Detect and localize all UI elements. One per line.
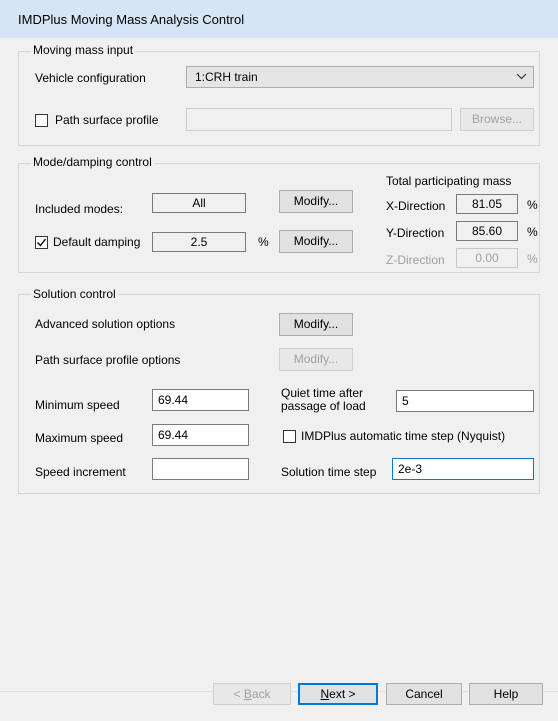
z-direction-unit: % xyxy=(527,252,538,266)
z-direction-label: Z-Direction xyxy=(386,253,445,267)
default-damping-checkbox[interactable] xyxy=(35,236,48,249)
back-rest: ack xyxy=(251,687,271,701)
x-direction-unit: % xyxy=(527,198,538,212)
moving-mass-legend: Moving mass input xyxy=(31,43,136,57)
default-damping-label: Default damping xyxy=(53,235,141,249)
window-title: IMDPlus Moving Mass Analysis Control xyxy=(18,12,245,27)
advanced-options-label: Advanced solution options xyxy=(35,317,176,331)
quiet-time-input[interactable] xyxy=(396,390,534,412)
min-speed-input[interactable] xyxy=(152,389,249,411)
max-speed-input[interactable] xyxy=(152,424,249,446)
y-direction-value: 85.60 xyxy=(456,221,518,241)
quiet-time-label-line2: passage of load xyxy=(281,399,366,413)
solution-legend: Solution control xyxy=(31,287,118,301)
next-rest: ext > xyxy=(329,687,356,701)
next-button[interactable]: Next > xyxy=(298,683,378,705)
damping-value: 2.5 xyxy=(152,232,246,252)
back-prefix: < xyxy=(233,687,244,701)
time-step-label: Solution time step xyxy=(281,465,377,479)
z-direction-value: 0.00 xyxy=(456,248,518,268)
quiet-time-label-line1: Quiet time after xyxy=(281,386,364,400)
time-step-input[interactable] xyxy=(392,458,534,480)
checkmark-icon xyxy=(37,238,47,247)
nyquist-label: IMDPlus automatic time step (Nyquist) xyxy=(301,429,506,443)
next-accelerator: N xyxy=(320,687,330,701)
mode-damping-legend: Mode/damping control xyxy=(31,155,154,169)
cancel-button[interactable]: Cancel xyxy=(386,683,462,705)
browse-button[interactable]: Browse... xyxy=(460,108,534,131)
help-button[interactable]: Help xyxy=(469,683,543,705)
path-options-label: Path surface profile options xyxy=(35,353,181,367)
vehicle-config-select[interactable]: 1:CRH train xyxy=(186,66,534,88)
x-direction-label: X-Direction xyxy=(386,199,446,213)
back-button[interactable]: < Back xyxy=(213,683,291,705)
path-surface-label: Path surface profile xyxy=(55,113,159,127)
speed-increment-label: Speed increment xyxy=(35,465,126,479)
included-modes-value: All xyxy=(152,193,246,213)
y-direction-label: Y-Direction xyxy=(386,226,445,240)
modify-modes-button[interactable]: Modify... xyxy=(279,190,353,213)
title-bar: IMDPlus Moving Mass Analysis Control xyxy=(0,0,558,38)
x-direction-value: 81.05 xyxy=(456,194,518,214)
y-direction-unit: % xyxy=(527,225,538,239)
modify-advanced-button[interactable]: Modify... xyxy=(279,313,353,336)
modify-damping-button[interactable]: Modify... xyxy=(279,230,353,253)
included-modes-label: Included modes: xyxy=(35,202,124,216)
speed-increment-input[interactable] xyxy=(152,458,249,480)
min-speed-label: Minimum speed xyxy=(35,398,120,412)
vehicle-config-label: Vehicle configuration xyxy=(35,71,146,85)
chevron-down-icon xyxy=(516,73,527,80)
max-speed-label: Maximum speed xyxy=(35,431,124,445)
vehicle-config-value: 1:CRH train xyxy=(195,70,258,84)
participating-mass-title: Total participating mass xyxy=(386,174,512,188)
back-accelerator: B xyxy=(243,687,252,701)
nyquist-checkbox[interactable] xyxy=(283,430,296,443)
path-surface-checkbox[interactable] xyxy=(35,114,48,127)
path-surface-input[interactable] xyxy=(186,108,452,131)
modify-path-options-button[interactable]: Modify... xyxy=(279,348,353,371)
damping-unit: % xyxy=(258,235,269,249)
